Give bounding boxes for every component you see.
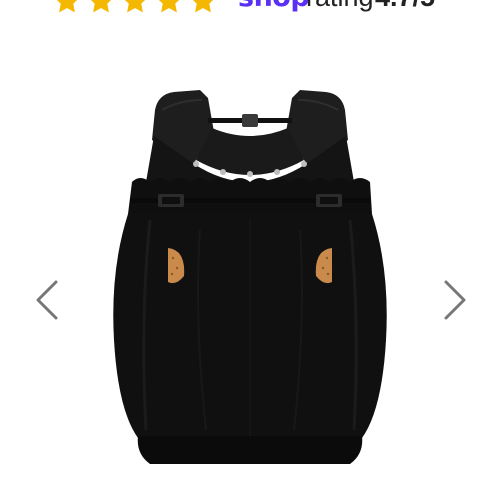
- star-icon: [56, 0, 78, 13]
- waist-belt: [137, 436, 363, 464]
- shop-brand-wordmark: shop: [238, 0, 310, 13]
- chevron-right-icon[interactable]: [440, 278, 470, 322]
- product-image-carousel: [0, 40, 500, 500]
- rating-stars: [52, 0, 218, 16]
- chest-buckle: [242, 114, 258, 127]
- chevron-left-icon[interactable]: [32, 278, 62, 322]
- rating-value: 4.7/5: [375, 0, 435, 13]
- shop-rating-bar: shop rating 4.7/5: [0, 0, 500, 18]
- rating-label: rating: [306, 0, 374, 13]
- star-icon: [124, 0, 146, 13]
- star-icon: [90, 0, 112, 13]
- product-image: [113, 90, 387, 464]
- star-icon: [158, 0, 180, 13]
- star-icon: [192, 0, 214, 13]
